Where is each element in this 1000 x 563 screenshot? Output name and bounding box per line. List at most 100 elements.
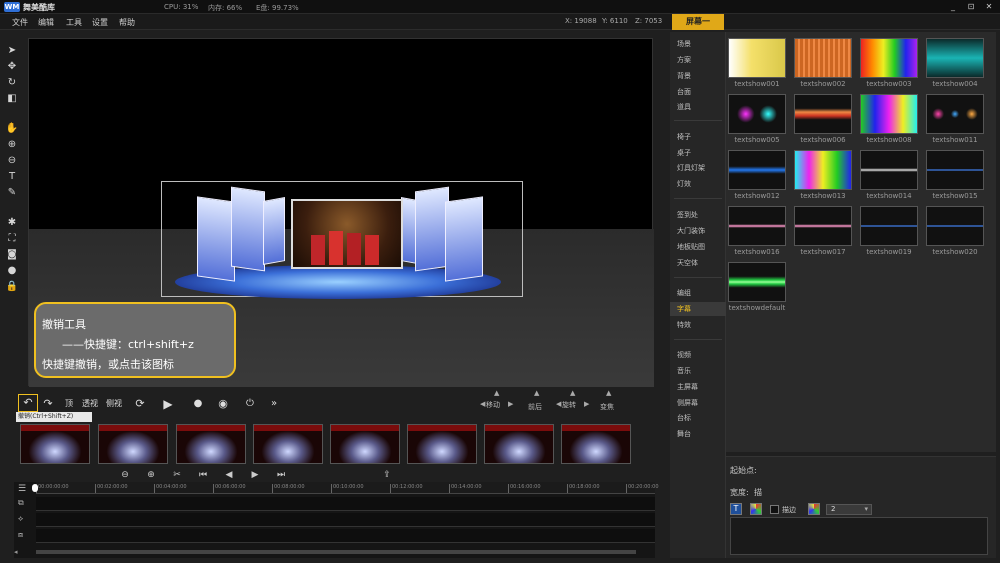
category-item[interactable]: 灯效 bbox=[677, 179, 691, 189]
track-motion-icon[interactable]: ⟡ bbox=[18, 514, 32, 526]
gallery-item[interactable]: textshow005 bbox=[728, 90, 786, 146]
step-forward-icon[interactable]: ▶ bbox=[248, 468, 262, 482]
category-item[interactable]: 大门装饰 bbox=[677, 226, 705, 236]
gallery-item[interactable]: textshow012 bbox=[728, 146, 786, 202]
list-icon[interactable]: ☰ bbox=[18, 484, 32, 494]
undo-icon[interactable]: ↶ bbox=[18, 394, 38, 412]
category-item-selected[interactable]: 字幕 bbox=[670, 302, 726, 316]
gallery-item[interactable]: textshowdefault bbox=[728, 258, 786, 314]
hand-icon[interactable]: ✋ bbox=[4, 122, 20, 136]
step-back-icon[interactable]: ◀ bbox=[222, 468, 236, 482]
category-item[interactable]: 台面 bbox=[677, 87, 691, 97]
category-item[interactable]: 编组 bbox=[677, 288, 691, 298]
zoom-out-icon[interactable]: ⊖ bbox=[118, 468, 132, 482]
timeline[interactable]: ☰ 00:00:00:00 00:02:00:00 00:04:00:00 00… bbox=[14, 482, 659, 558]
expand-icon[interactable]: ⛶ bbox=[4, 232, 20, 246]
gallery-item[interactable]: textshow013 bbox=[794, 146, 852, 202]
track-object-icon[interactable]: ⧉ bbox=[18, 498, 32, 510]
color-picker-icon[interactable] bbox=[750, 503, 762, 515]
menu-settings[interactable]: 设置 bbox=[92, 17, 108, 28]
category-item[interactable]: 方案 bbox=[677, 55, 691, 65]
timeline-track[interactable] bbox=[36, 513, 655, 527]
scene-thumbnail[interactable] bbox=[484, 424, 554, 464]
power-icon[interactable]: ⏻ bbox=[242, 396, 258, 412]
size-dropdown[interactable]: 2 ▾ bbox=[826, 504, 872, 515]
category-item[interactable]: 舞台 bbox=[677, 429, 691, 439]
category-item[interactable]: 桌子 bbox=[677, 148, 691, 158]
category-item[interactable]: 椅子 bbox=[677, 132, 691, 142]
category-item[interactable]: 主屏幕 bbox=[677, 382, 698, 392]
text-icon[interactable]: T bbox=[4, 170, 20, 184]
zoom-out-icon[interactable]: ⊖ bbox=[4, 154, 20, 168]
cut-icon[interactable]: ✂ bbox=[170, 468, 184, 482]
gallery-item[interactable]: textshow003 bbox=[860, 34, 918, 90]
lock-icon[interactable]: 🔒 bbox=[4, 280, 20, 294]
top-view-button[interactable]: 顶 bbox=[62, 396, 76, 412]
zoom-dpad[interactable]: ▲ 变焦 bbox=[594, 389, 628, 418]
text-icon[interactable]: T bbox=[730, 503, 742, 515]
skip-end-icon[interactable]: ⏭ bbox=[274, 468, 288, 482]
move-icon[interactable]: ✥ bbox=[4, 60, 20, 74]
gallery-item[interactable]: textshow015 bbox=[926, 146, 984, 202]
gear-icon[interactable]: ✱ bbox=[4, 216, 20, 230]
category-item[interactable]: 背景 bbox=[677, 71, 691, 81]
screen-tab[interactable]: 屏幕一 bbox=[672, 14, 724, 30]
timeline-track[interactable] bbox=[36, 497, 655, 511]
arrow-up-icon[interactable]: ▲ bbox=[534, 389, 539, 397]
timeline-track[interactable] bbox=[36, 529, 655, 543]
select-arrow-icon[interactable]: ➤ bbox=[4, 44, 20, 58]
category-item[interactable]: 道具 bbox=[677, 102, 691, 112]
stroke-checkbox[interactable] bbox=[770, 505, 779, 514]
side-view-button[interactable]: 侧视 bbox=[104, 396, 124, 412]
play-icon[interactable]: ▶ bbox=[160, 396, 176, 412]
maximize-button[interactable]: ⊡ bbox=[964, 1, 978, 13]
gallery-item[interactable]: textshow008 bbox=[860, 90, 918, 146]
gallery-item[interactable]: textshow011 bbox=[926, 90, 984, 146]
skip-start-icon[interactable]: ⏮ bbox=[196, 468, 210, 482]
refresh-icon[interactable]: ⟳ bbox=[132, 396, 148, 412]
menu-edit[interactable]: 编辑 bbox=[38, 17, 54, 28]
arrow-up-icon[interactable]: ▲ bbox=[570, 389, 575, 397]
scale-icon[interactable]: ◧ bbox=[4, 92, 20, 106]
scene-thumbnail[interactable] bbox=[407, 424, 477, 464]
category-item[interactable]: 台标 bbox=[677, 413, 691, 423]
menu-tools[interactable]: 工具 bbox=[66, 17, 82, 28]
gallery-item[interactable]: textshow014 bbox=[860, 146, 918, 202]
rotate-icon[interactable]: ↻ bbox=[4, 76, 20, 90]
forward-circle-icon[interactable]: » bbox=[266, 396, 282, 412]
category-item[interactable]: 侧屏幕 bbox=[677, 398, 698, 408]
playhead[interactable] bbox=[32, 484, 38, 492]
gallery-item[interactable]: textshow016 bbox=[728, 202, 786, 258]
scene-thumbnail[interactable] bbox=[20, 424, 90, 464]
arrow-left-icon[interactable]: ◀ bbox=[480, 400, 485, 408]
record-icon[interactable]: ● bbox=[190, 396, 206, 412]
eye-icon[interactable]: ◉ bbox=[214, 396, 232, 412]
gallery-item[interactable]: textshow002 bbox=[794, 34, 852, 90]
gallery-item[interactable]: textshow019 bbox=[860, 202, 918, 258]
gallery-item[interactable]: textshow020 bbox=[926, 202, 984, 258]
gallery-item[interactable]: textshow001 bbox=[728, 34, 786, 90]
category-item[interactable]: 视频 bbox=[677, 350, 691, 360]
move-dpad[interactable]: ▲ ◀ ▶ 移动 bbox=[480, 389, 514, 418]
category-item[interactable]: 地板贴图 bbox=[677, 242, 705, 252]
sphere-icon[interactable]: ● bbox=[4, 264, 20, 278]
gallery-item[interactable]: textshow017 bbox=[794, 202, 852, 258]
category-item[interactable]: 签到处 bbox=[677, 210, 698, 220]
arrow-left-icon[interactable]: ◀ bbox=[556, 400, 561, 408]
edit-icon[interactable]: ✎ bbox=[4, 186, 20, 200]
category-item[interactable]: 灯具灯架 bbox=[677, 163, 705, 173]
category-item[interactable]: 音乐 bbox=[677, 366, 691, 376]
minimize-button[interactable]: _ bbox=[946, 1, 960, 13]
stroke-color-icon[interactable] bbox=[808, 503, 820, 515]
category-item[interactable]: 特效 bbox=[677, 320, 691, 330]
depth-dpad[interactable]: ▲ 前后 bbox=[522, 389, 556, 418]
perspective-view-button[interactable]: 透视 bbox=[80, 396, 100, 412]
zoom-in-icon[interactable]: ⊕ bbox=[144, 468, 158, 482]
scene-thumbnail[interactable] bbox=[253, 424, 323, 464]
track-light-icon[interactable]: ⧈ bbox=[18, 530, 32, 542]
gallery-item[interactable]: textshow004 bbox=[926, 34, 984, 90]
caption-text-area[interactable] bbox=[730, 517, 988, 555]
export-icon[interactable]: ⇪ bbox=[380, 468, 394, 482]
menu-help[interactable]: 帮助 bbox=[119, 17, 135, 28]
zoom-in-icon[interactable]: ⊕ bbox=[4, 138, 20, 152]
